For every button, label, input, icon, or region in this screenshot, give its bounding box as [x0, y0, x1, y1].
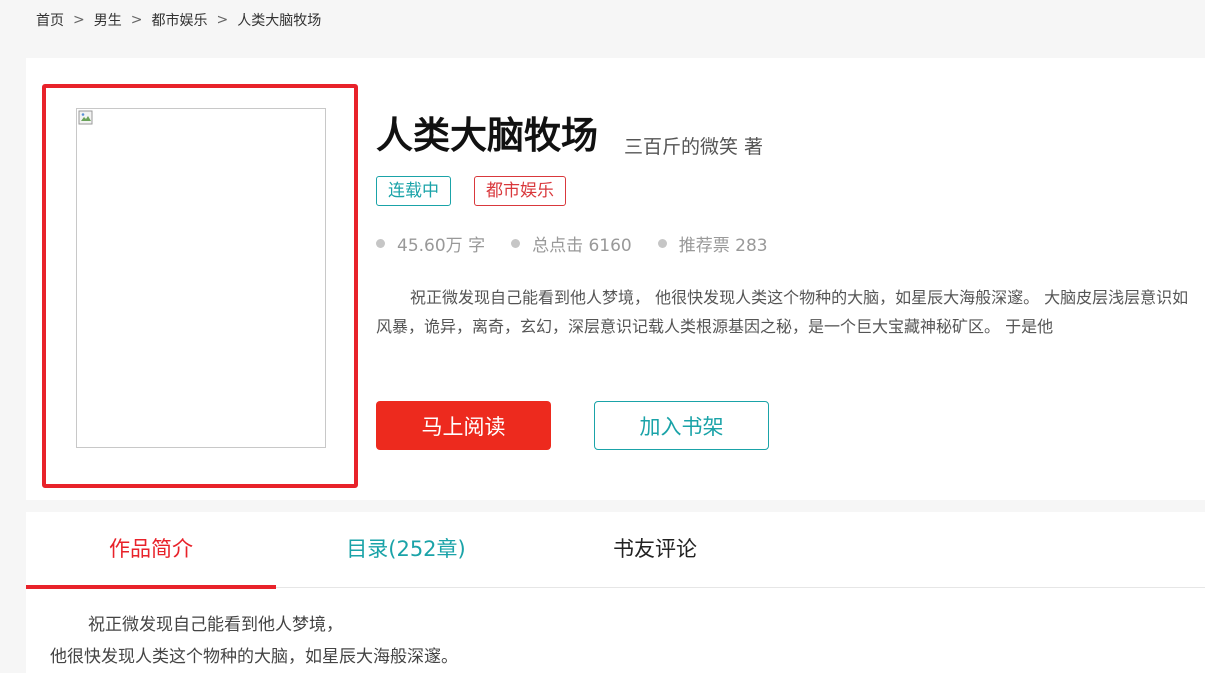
bullet-dot-icon [657, 238, 667, 248]
bullet-dot-icon [376, 238, 385, 248]
recommend-count: 推荐票 283 [678, 235, 768, 256]
bullet-dot-icon [511, 238, 521, 248]
book-author[interactable]: 三百斤的微笑 著 [624, 134, 763, 160]
book-title: 人类大脑牧场 [376, 114, 598, 157]
status-tag: 连载中 [376, 176, 451, 206]
breadcrumb-current: 人类大脑牧场 [237, 13, 322, 29]
word-count: 45.60万 字 [397, 235, 486, 256]
click-count: 总点击 6160 [532, 235, 632, 256]
active-tab-indicator [26, 585, 276, 589]
breadcrumb-separator: > [216, 12, 229, 28]
breadcrumb-category[interactable]: 都市娱乐 [151, 10, 207, 30]
add-to-shelf-button[interactable]: 加入书架 [594, 401, 769, 450]
breadcrumb-separator: > [130, 12, 143, 28]
broken-image-icon [78, 110, 93, 125]
stat-recommend: 推荐票 283 [657, 231, 768, 256]
book-cover-image[interactable] [76, 108, 326, 448]
breadcrumb: 首页 > 男生 > 都市娱乐 > 人类大脑牧场 [36, 10, 321, 30]
read-now-button[interactable]: 马上阅读 [376, 401, 551, 450]
intro-line: 他很快发现人类这个物种的大脑，如星辰大海般深邃。 [50, 647, 458, 667]
tab-comments[interactable]: 书友评论 [530, 534, 780, 564]
breadcrumb-separator: > [73, 12, 85, 28]
breadcrumb-home[interactable]: 首页 [36, 10, 64, 30]
genre-tag[interactable]: 都市娱乐 [474, 176, 566, 206]
tab-catalog[interactable]: 目录(252章) [281, 534, 531, 564]
intro-line: 祝正微发现自己能看到他人梦境， [88, 615, 343, 635]
tab-intro[interactable]: 作品简介 [26, 534, 276, 564]
breadcrumb-male[interactable]: 男生 [94, 10, 122, 30]
book-stats: 45.60万 字 总点击 6160 推荐票 283 [376, 230, 794, 256]
book-summary: 祝正微发现自己能看到他人梦境， 他很快发现人类这个物种的大脑，如星辰大海般深邃。… [376, 288, 1189, 336]
stat-clicks: 总点击 6160 [511, 231, 632, 256]
intro-text: 祝正微发现自己能看到他人梦境， 他很快发现人类这个物种的大脑，如星辰大海般深邃。 [50, 609, 458, 673]
stat-words: 45.60万 字 [376, 231, 485, 256]
